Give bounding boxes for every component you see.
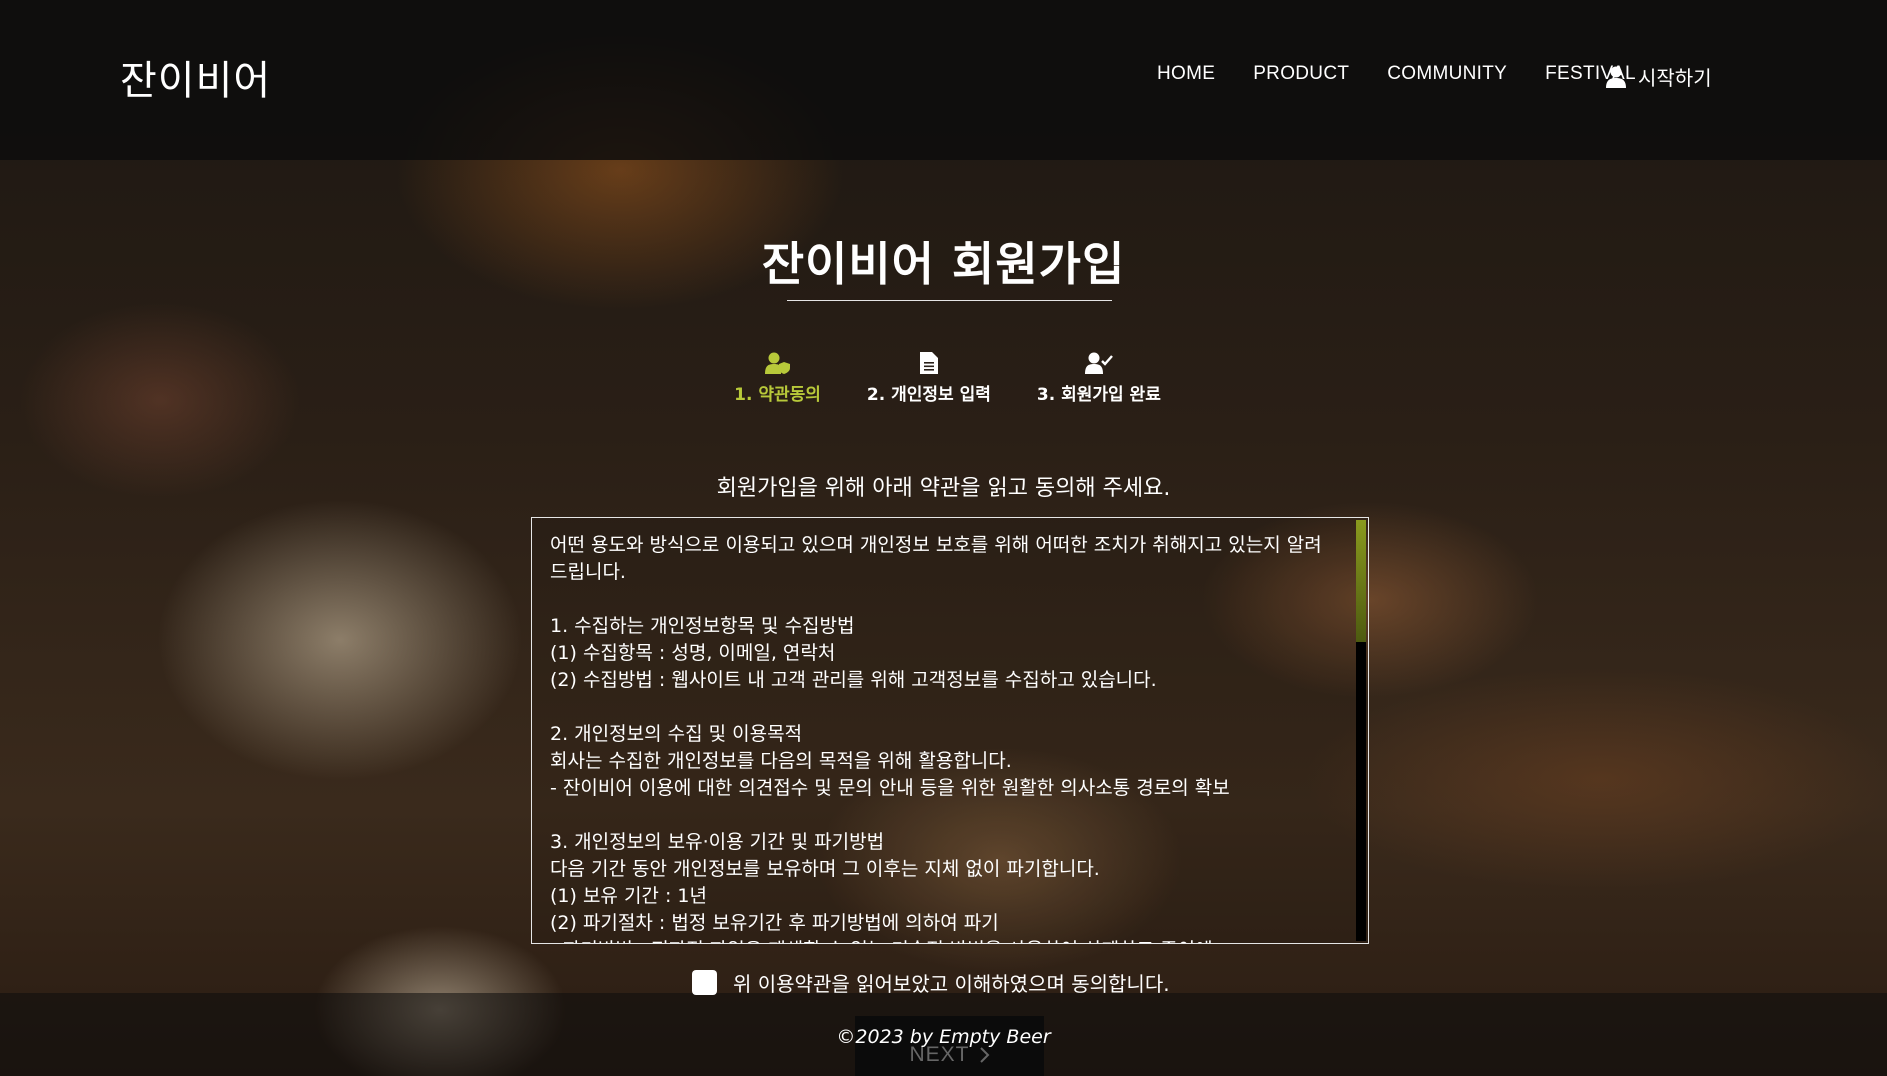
start-button[interactable]: 시작하기 [1606, 62, 1712, 91]
title-underline [787, 300, 1112, 301]
site-logo[interactable]: 잔이비어 [120, 48, 271, 106]
terms-intro: 회원가입을 위해 아래 약관을 읽고 동의해 주세요. [716, 476, 1171, 501]
copyright: ©2023 by Empty Beer [836, 1026, 1051, 1048]
main-nav: HOME PRODUCT COMMUNITY FESTIVAL [1157, 63, 1636, 85]
step-terms: 1. 약관동의 [734, 352, 821, 405]
document-icon [919, 352, 938, 374]
site-header: 잔이비어 HOME PRODUCT COMMUNITY FESTIVAL 시작하… [0, 0, 1887, 160]
step-info: 2. 개인정보 입력 [867, 352, 991, 405]
nav-home[interactable]: HOME [1157, 63, 1215, 85]
step-info-label: 2. 개인정보 입력 [866, 385, 991, 405]
page-title: 잔이비어 회원가입 [761, 237, 1126, 291]
agree-checkbox[interactable] [692, 970, 717, 995]
user-check-icon [1084, 352, 1113, 374]
nav-product[interactable]: PRODUCT [1253, 63, 1349, 85]
terms-textbox[interactable]: 어떤 용도와 방식으로 이용되고 있으며 개인정보 보호를 위해 어떠한 조치가… [531, 517, 1369, 944]
agree-row[interactable]: 위 이용약관을 읽어보았고 이해하였으며 동의합니다. [692, 968, 1170, 997]
start-label: 시작하기 [1638, 66, 1712, 90]
user-icon [1606, 66, 1626, 88]
nav-community[interactable]: COMMUNITY [1387, 63, 1507, 85]
terms-content: 어떤 용도와 방식으로 이용되고 있으며 개인정보 보호를 위해 어떠한 조치가… [550, 534, 1322, 943]
user-shield-icon [764, 352, 790, 374]
signup-steps: 1. 약관동의 2. 개인정보 입력 3. 회원가입 완료 [0, 352, 1887, 405]
step-complete-label: 3. 회원가입 완료 [1036, 385, 1161, 405]
agree-label: 위 이용약관을 읽어보았고 이해하였으며 동의합니다. [733, 972, 1170, 996]
step-complete: 3. 회원가입 완료 [1037, 352, 1161, 405]
step-terms-label: 1. 약관동의 [734, 385, 821, 405]
terms-scrollbar[interactable] [1356, 520, 1366, 941]
chevron-right-icon [979, 1047, 989, 1063]
terms-scroll-thumb[interactable] [1356, 520, 1366, 642]
